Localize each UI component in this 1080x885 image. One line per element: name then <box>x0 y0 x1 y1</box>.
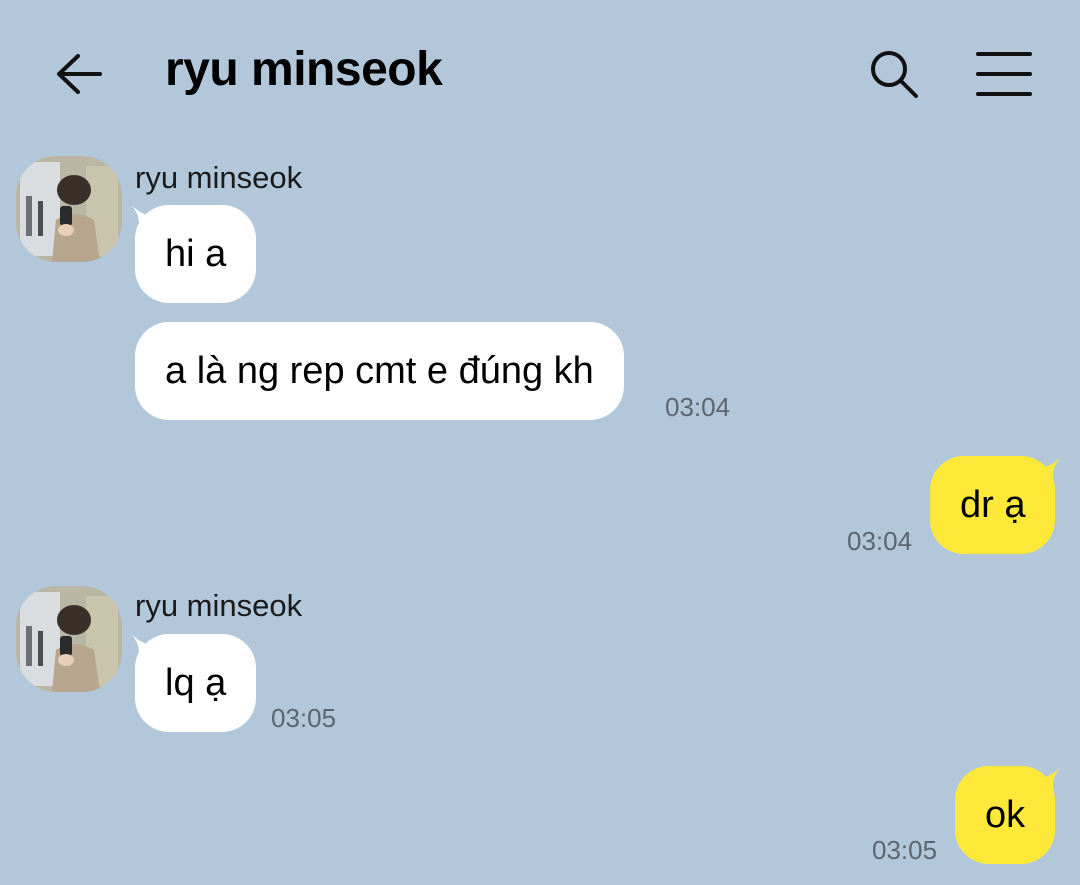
avatar[interactable] <box>16 586 122 692</box>
message-timestamp: 03:05 <box>271 703 337 733</box>
message-text: hi a <box>165 232 227 275</box>
search-button[interactable] <box>864 44 924 104</box>
message-text: lq ạ <box>165 661 227 704</box>
menu-button[interactable] <box>972 48 1036 100</box>
sender-name: ryu minseok <box>135 588 303 623</box>
message-timestamp: 03:04 <box>665 392 731 422</box>
profile-photo <box>16 586 122 692</box>
chat-screen: ryu minseok ryu minseok hi a a là ng rep… <box>0 0 1080 885</box>
message-bubble[interactable]: a là ng rep cmt e đúng kh <box>135 322 624 420</box>
arrow-left-icon <box>57 54 102 94</box>
search-icon <box>871 51 918 98</box>
message-text: a là ng rep cmt e đúng kh <box>165 349 594 392</box>
bubble-tail <box>1034 456 1062 482</box>
chat-title: ryu minseok <box>165 43 443 96</box>
message-timestamp: 03:05 <box>872 835 938 865</box>
bubble-tail <box>1034 766 1062 792</box>
avatar[interactable] <box>16 156 122 262</box>
message-timestamp: 03:04 <box>847 526 913 556</box>
message-text: dr ạ <box>960 483 1026 526</box>
message-text: ok <box>985 793 1026 836</box>
message-bubble[interactable]: lq ạ <box>135 634 257 732</box>
hamburger-menu-icon <box>976 52 1032 96</box>
back-button[interactable] <box>50 46 110 102</box>
profile-photo <box>16 156 122 262</box>
sender-name: ryu minseok <box>135 160 303 195</box>
chat-header: ryu minseok <box>0 0 1080 145</box>
message-bubble[interactable]: hi a <box>135 205 257 303</box>
